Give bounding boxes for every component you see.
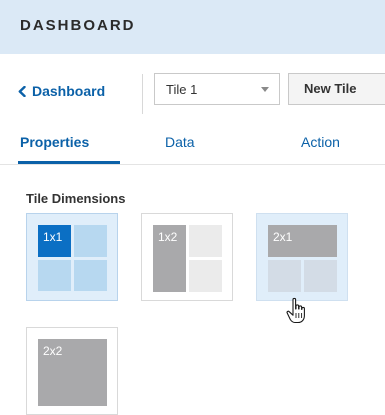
dimension-label: 2x1 (273, 230, 293, 244)
dimension-option-2x1[interactable]: 2x1 (256, 213, 348, 301)
grid-cell-empty (304, 260, 337, 292)
dimension-option-2x2[interactable]: 2x2 (26, 327, 118, 415)
grid-cell-empty (38, 260, 71, 291)
nav-row: Dashboard Tile 1 New Tile (0, 54, 385, 126)
back-link-label: Dashboard (32, 83, 106, 99)
tile-select-dropdown[interactable]: Tile 1 (154, 73, 280, 105)
grid-cell-empty (74, 225, 107, 257)
grid-cell-empty (189, 225, 222, 257)
grid-cell-filled: 2x2 (38, 339, 107, 406)
new-tile-button[interactable]: New Tile (288, 73, 385, 105)
tab-action[interactable]: Action (301, 134, 340, 150)
grid-cell-empty (189, 260, 222, 292)
dimension-option-1x1[interactable]: 1x1 (26, 213, 118, 301)
grid-cell-filled: 1x1 (38, 225, 71, 257)
caret-down-icon (261, 87, 269, 92)
grid-cell-empty (268, 260, 301, 292)
nav-divider (142, 74, 143, 114)
grid-cell-empty (74, 260, 107, 291)
chevron-left-icon (18, 83, 26, 99)
header-title: DASHBOARD (20, 17, 136, 34)
dimension-label: 1x1 (43, 230, 63, 244)
tab-bar: Properties Data Action (0, 126, 385, 166)
tab-properties[interactable]: Properties (20, 134, 89, 150)
panel-header: DASHBOARD (0, 0, 385, 54)
grid-cell-filled: 2x1 (268, 225, 337, 257)
tile-dimensions-title: Tile Dimensions (26, 191, 126, 206)
tile-select-value: Tile 1 (166, 82, 198, 97)
dimension-option-1x2[interactable]: 1x2 (141, 213, 233, 301)
tab-data[interactable]: Data (165, 134, 195, 150)
dimension-label: 2x2 (43, 344, 63, 358)
hand-pointer-icon (285, 297, 311, 325)
back-to-dashboard-link[interactable]: Dashboard (18, 83, 105, 99)
grid-cell-filled: 1x2 (153, 225, 186, 292)
dimension-label: 1x2 (158, 230, 178, 244)
tab-bar-border (0, 164, 385, 165)
tile-properties-panel: DASHBOARD Dashboard Tile 1 New Tile Prop… (0, 0, 385, 415)
